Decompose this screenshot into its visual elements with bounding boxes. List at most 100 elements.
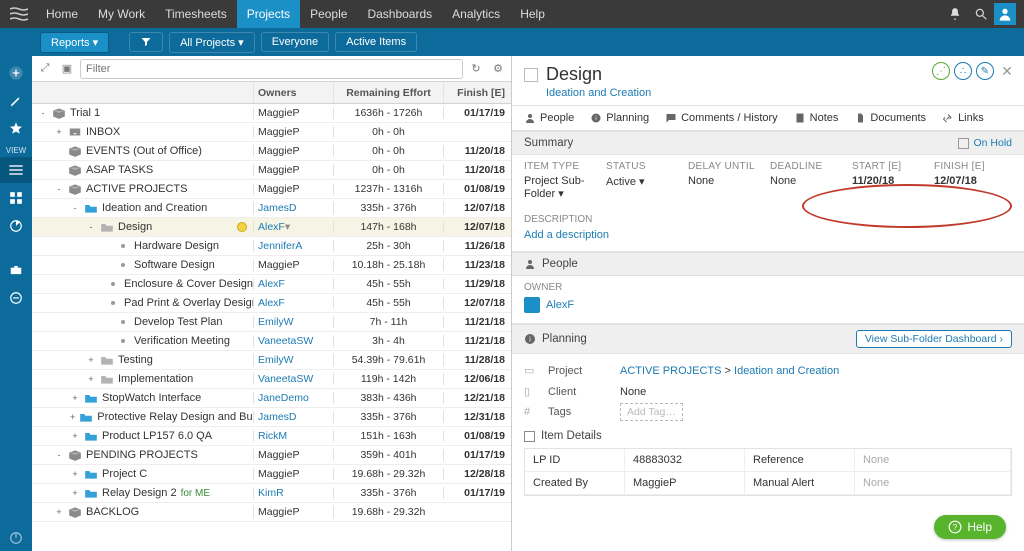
owner-link[interactable]: VaneetaSW [258,373,313,385]
nav-mywork[interactable]: My Work [88,0,155,28]
tree-filter-input[interactable] [80,59,463,79]
nav-help[interactable]: Help [510,0,555,28]
active-items-dropdown[interactable]: Active Items [335,32,417,52]
tree-row[interactable]: Develop Test Plan EmilyW 7h - 11h 11/21/… [32,313,511,332]
rss-icon[interactable]: ⋰ [932,62,950,80]
nav-timesheets[interactable]: Timesheets [155,0,237,28]
add-description-link[interactable]: Add a description [524,229,1012,241]
tree-row[interactable]: + StopWatch Interface JaneDemo 383h - 43… [32,389,511,408]
breadcrumb-ideation[interactable]: Ideation and Creation [734,365,839,377]
expand-toggle[interactable]: + [54,127,64,137]
view-dashboard-button[interactable]: View Sub-Folder Dashboard › [856,330,1012,348]
on-hold-checkbox[interactable] [958,138,969,149]
manual-alert-value[interactable]: None [855,472,1011,495]
expand-toggle[interactable]: + [70,469,80,479]
tree-row[interactable]: + Project C MaggieP 19.68h - 29.32h 12/2… [32,465,511,484]
tree-row[interactable]: - Trial 1 MaggieP 1636h - 1726h 01/17/19 [32,104,511,123]
deadline-value[interactable]: None [770,175,848,200]
owner-link[interactable]: JaneDemo [258,392,309,404]
brand-logon[interactable] [8,3,30,25]
tree-row[interactable]: - Design AlexF ▾ 147h - 168h 12/07/18 [32,218,511,237]
expand-toggle[interactable]: - [38,108,48,118]
col-finish[interactable]: Finish [E] [443,82,511,103]
client-value[interactable]: None [620,386,1012,398]
refresh-icon[interactable]: ↻ [467,60,485,78]
reports-dropdown[interactable]: Reports ▾ [40,32,109,53]
tree-row[interactable]: + Protective Relay Design and Build Jame… [32,408,511,427]
tab-planning[interactable]: iPlanning [590,112,649,124]
tree-row[interactable]: ASAP TASKS MaggieP 0h - 0h 11/20/18 [32,161,511,180]
col-owners[interactable]: Owners [253,82,333,103]
status-dropdown[interactable]: Active ▾ [606,175,684,200]
filter-funnel[interactable] [129,32,163,52]
rail-star-icon[interactable] [0,116,32,142]
tree-row[interactable]: + Product LP157 6.0 QA RickM 151h - 163h… [32,427,511,446]
item-type-dropdown[interactable]: Project Sub-Folder ▾ [524,175,602,200]
rail-chart-icon[interactable] [0,213,32,239]
tree-row[interactable]: - PENDING PROJECTS MaggieP 359h - 401h 0… [32,446,511,465]
rail-list-icon[interactable] [0,157,32,183]
tab-people[interactable]: People [524,112,574,124]
owner-link[interactable]: EmilyW [258,354,294,366]
col-remaining[interactable]: Remaining Effort [333,82,443,103]
rail-briefcase-icon[interactable] [0,257,32,283]
close-icon[interactable]: ✕ [998,62,1016,80]
rail-grid-icon[interactable] [0,185,32,211]
expand-toggle[interactable]: - [54,450,64,460]
expand-toggle[interactable]: + [70,431,80,441]
everyone-dropdown[interactable]: Everyone [261,32,329,52]
bell-icon[interactable] [942,3,968,25]
tab-links[interactable]: Links [942,112,984,124]
owner-link[interactable]: AlexF [546,299,574,311]
owner-link[interactable]: JamesD [258,202,297,214]
expand-toggle[interactable]: - [70,203,80,213]
edit-icon[interactable]: ✎ [976,62,994,80]
nav-dashboards[interactable]: Dashboards [357,0,442,28]
tab-notes[interactable]: Notes [794,112,839,124]
tree-row[interactable]: Enclosure & Cover Design AlexF 45h - 55h… [32,275,511,294]
expand-icon[interactable]: ⤢ [36,60,54,78]
nav-projects[interactable]: Projects [237,0,300,28]
owner-link[interactable]: EmilyW [258,316,294,328]
tree-row[interactable]: + BACKLOG MaggieP 19.68h - 29.32h [32,503,511,522]
tree-row[interactable]: Verification Meeting VaneetaSW 3h - 4h 1… [32,332,511,351]
owner-link[interactable]: AlexF [258,221,285,233]
expand-toggle[interactable]: - [54,184,64,194]
tree-row[interactable]: + Implementation VaneetaSW 119h - 142h 1… [32,370,511,389]
tree-row[interactable]: + Relay Design 2 for ME KimR 335h - 376h… [32,484,511,503]
expand-toggle[interactable]: + [54,507,64,517]
tab-comments[interactable]: Comments / History [665,112,778,124]
gear-icon[interactable]: ⚙ [489,60,507,78]
tree-row[interactable]: - Ideation and Creation JamesD 335h - 37… [32,199,511,218]
share-icon[interactable]: ∴ [954,62,972,80]
delay-until-value[interactable]: None [688,175,766,200]
rail-power-icon[interactable] [0,525,32,551]
tree-row[interactable]: + INBOX MaggieP 0h - 0h [32,123,511,142]
owner-link[interactable]: AlexF [258,278,285,290]
tree-row[interactable]: EVENTS (Out of Office) MaggieP 0h - 0h 1… [32,142,511,161]
owner-link[interactable]: JamesD [258,411,297,423]
owner-link[interactable]: VaneetaSW [258,335,313,347]
rail-edit-icon[interactable] [0,88,32,114]
tree-row[interactable]: + Testing EmilyW 54.39h - 79.61h 11/28/1… [32,351,511,370]
expand-toggle[interactable]: + [86,355,96,365]
tree-row[interactable]: - ACTIVE PROJECTS MaggieP 1237h - 1316h … [32,180,511,199]
owner-link[interactable]: JenniferA [258,240,302,252]
tab-documents[interactable]: Documents [854,112,926,124]
nav-analytics[interactable]: Analytics [442,0,510,28]
expand-toggle[interactable]: + [70,412,75,422]
detail-breadcrumb[interactable]: Ideation and Creation [546,87,1012,99]
help-button[interactable]: ? Help [934,515,1006,539]
rail-add-icon[interactable] [0,60,32,86]
owner-link[interactable]: RickM [258,430,287,442]
expand-toggle[interactable]: + [86,374,96,384]
nav-people[interactable]: People [300,0,357,28]
nav-home[interactable]: Home [36,0,88,28]
search-icon[interactable] [968,3,994,25]
tree-row[interactable]: Hardware Design JenniferA 25h - 30h 11/2… [32,237,511,256]
expand-toggle[interactable]: - [86,222,96,232]
user-avatar[interactable] [994,3,1016,25]
all-projects-dropdown[interactable]: All Projects ▾ [169,32,255,53]
tree-row[interactable]: Pad Print & Overlay Design AlexF 45h - 5… [32,294,511,313]
expand-toggle[interactable]: + [70,393,80,403]
